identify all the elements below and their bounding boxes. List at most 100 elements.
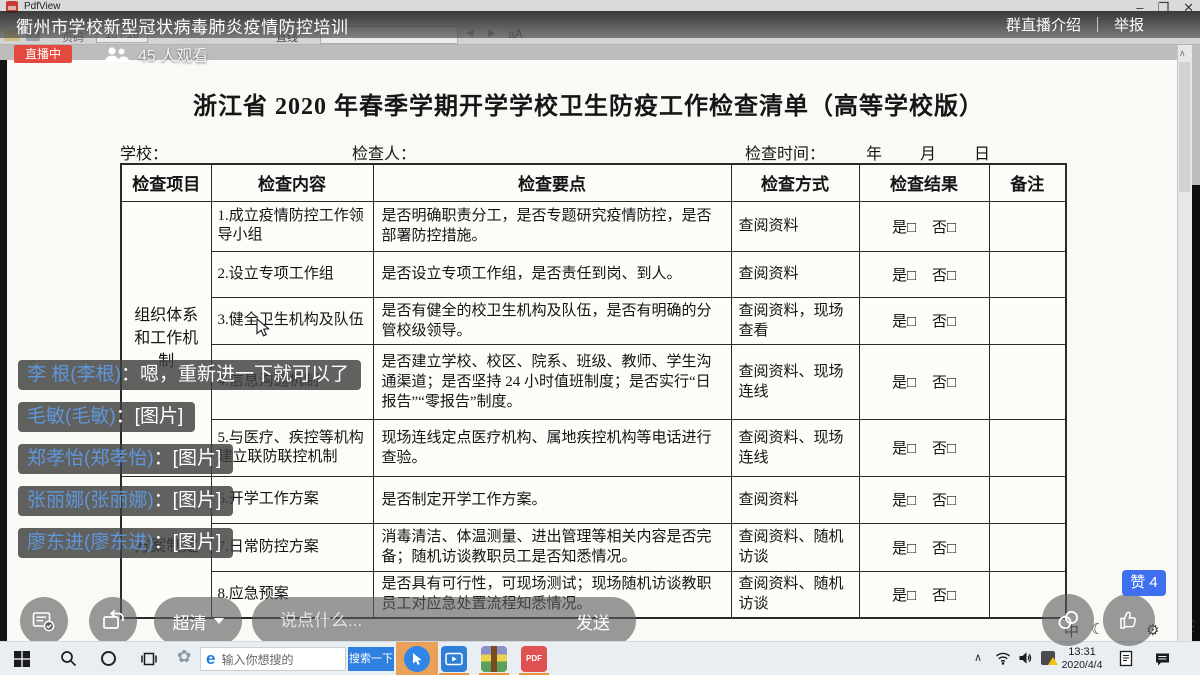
- no-checkbox: 否□: [932, 441, 956, 457]
- chat-message: 张丽娜(张丽娜)：[图片]: [18, 486, 233, 516]
- method-cell: 查阅资料，现场查看: [731, 297, 859, 344]
- header-check-result: 检查结果: [859, 164, 989, 201]
- tray-document-icon[interactable]: [1118, 650, 1134, 672]
- result-cell: 是□否□: [859, 476, 989, 523]
- loops-icon: [1055, 608, 1081, 632]
- yes-checkbox: 是□: [892, 268, 916, 284]
- no-checkbox: 否□: [932, 375, 956, 391]
- video-app-icon[interactable]: [441, 646, 467, 672]
- remark-cell: [989, 523, 1066, 571]
- like-button[interactable]: [1103, 594, 1155, 646]
- item-cell: 2.设立专项工作组: [211, 251, 373, 297]
- remark-cell: [989, 297, 1066, 344]
- start-button[interactable]: [14, 651, 30, 672]
- wifi-icon[interactable]: [995, 651, 1011, 670]
- chat-separator: ：: [121, 364, 140, 385]
- menu-divider: ｜: [1090, 14, 1105, 35]
- rotate-screen-button[interactable]: [89, 597, 137, 645]
- winrar-app-icon[interactable]: [481, 646, 507, 672]
- item-cell: 1.成立疫情防控工作领导小组: [211, 201, 373, 251]
- scrollbar-thumb[interactable]: [1179, 62, 1190, 192]
- chat-input[interactable]: [280, 597, 530, 645]
- chat-message: 郑孝怡(郑孝怡)：[图片]: [18, 444, 233, 474]
- task-view-button[interactable]: [141, 651, 157, 672]
- points-cell: 是否设立专项工作组，是否责任到岗、到人。: [373, 251, 731, 297]
- report-link[interactable]: 举报: [1114, 14, 1144, 35]
- speaker-icon[interactable]: [1018, 651, 1034, 670]
- result-cell: 是□否□: [859, 251, 989, 297]
- taskbar-search-button[interactable]: [60, 650, 77, 672]
- remark-cell: [989, 344, 1066, 419]
- points-cell: 现场连线定点医疗机构、属地疾控机构等电话进行查验。: [373, 419, 731, 476]
- chat-message: 毛敏(毛敏)：[图片]: [18, 402, 195, 432]
- live-title: 衢州市学校新型冠状病毒肺炎疫情防控培训: [16, 13, 349, 38]
- camera-icon: [445, 651, 463, 667]
- taskbar-clock[interactable]: 13:31 2020/4/4: [1058, 645, 1106, 672]
- yes-checkbox: 是□: [892, 375, 916, 391]
- method-cell: 查阅资料、随机访谈: [731, 523, 859, 571]
- chat-input-bar[interactable]: 发送: [252, 597, 636, 645]
- live-status-badge: 直播中: [14, 45, 72, 63]
- school-label: 学校：: [120, 140, 168, 164]
- rotate-icon: [101, 609, 126, 633]
- chat-message-text: [图片]: [173, 532, 222, 553]
- no-checkbox: 否□: [932, 541, 956, 557]
- chat-separator: ：: [116, 406, 135, 427]
- remark-cell: [989, 476, 1066, 523]
- edge-icon: e: [206, 649, 215, 669]
- quality-selector[interactable]: 超清: [154, 597, 242, 645]
- maximize-button[interactable]: ❐: [1157, 0, 1169, 16]
- sign-in-button[interactable]: [20, 597, 68, 645]
- chat-message-list: 李 根(李根)：嗯，重新进一下就可以了 毛敏(毛敏)：[图片] 郑孝怡(郑孝怡)…: [18, 360, 361, 558]
- header-check-method: 检查方式: [731, 164, 859, 201]
- result-cell: 是□否□: [859, 297, 989, 344]
- speaker-glyph: [1018, 651, 1034, 665]
- clock-date: 2020/4/4: [1058, 659, 1106, 672]
- remark-cell: [989, 419, 1066, 476]
- header-remark: 备注: [989, 164, 1066, 201]
- no-checkbox: 否□: [932, 493, 956, 509]
- web-search-placeholder: 输入你想搜的: [221, 651, 293, 668]
- taskbar-web-search[interactable]: e 输入你想搜的: [200, 647, 346, 671]
- yes-checkbox: 是□: [892, 220, 916, 236]
- ime-tray-icon[interactable]: [1041, 651, 1055, 665]
- pinned-app-icon[interactable]: ✿: [177, 647, 191, 667]
- no-checkbox: 否□: [932, 220, 956, 236]
- more-dots-icon[interactable]: ⋮: [1186, 617, 1200, 635]
- method-cell: 查阅资料、随机访谈: [731, 571, 859, 618]
- send-button[interactable]: 发送: [576, 609, 610, 634]
- cortana-button[interactable]: [101, 651, 116, 666]
- chat-username: 郑孝怡(郑孝怡): [27, 448, 154, 469]
- share-button[interactable]: [1042, 594, 1094, 646]
- chat-username: 张丽娜(张丽娜): [27, 490, 154, 511]
- active-app-cursor[interactable]: [396, 642, 438, 675]
- chat-username: 李 根(李根): [27, 364, 121, 385]
- chat-message-text: [图片]: [135, 406, 184, 427]
- pdf-app-icon[interactable]: PDF: [521, 646, 547, 672]
- notification-glyph: [1154, 651, 1171, 667]
- web-search-button[interactable]: 搜索一下: [348, 647, 394, 671]
- method-cell: 查阅资料、现场连线: [731, 419, 859, 476]
- result-cell: 是□否□: [859, 571, 989, 618]
- method-cell: 查阅资料: [731, 476, 859, 523]
- table-header-row: 检查项目 检查内容 检查要点 检查方式 检查结果 备注: [121, 164, 1066, 201]
- chat-username: 廖东进(廖东进): [27, 532, 154, 553]
- group-live-intro-link[interactable]: 群直播介绍: [1006, 14, 1081, 35]
- header-check-content: 检查内容: [211, 164, 373, 201]
- thumbs-up-icon: [1117, 608, 1142, 632]
- windows-logo-icon: [14, 651, 30, 667]
- yes-checkbox: 是□: [892, 314, 916, 330]
- points-cell: 是否有健全的校卫生机构及队伍，是否有明确的分管校级领导。: [373, 297, 731, 344]
- viewer-count-label: 45 人观看: [138, 42, 208, 66]
- no-checkbox: 否□: [932, 588, 956, 604]
- chat-separator: ：: [154, 490, 173, 511]
- like-count-badge: 赞 4: [1122, 570, 1166, 596]
- result-cell: 是□ 否□: [859, 201, 989, 251]
- action-center-icon[interactable]: [1154, 651, 1171, 672]
- minimize-button[interactable]: –: [1136, 0, 1143, 16]
- tray-chevron-icon[interactable]: ∧: [974, 651, 982, 664]
- close-button[interactable]: ✕: [1183, 0, 1194, 16]
- window-controls: – ❐ ✕: [1136, 0, 1194, 16]
- left-letterbox: [0, 60, 7, 641]
- scroll-up-icon[interactable]: ∧: [1179, 48, 1186, 59]
